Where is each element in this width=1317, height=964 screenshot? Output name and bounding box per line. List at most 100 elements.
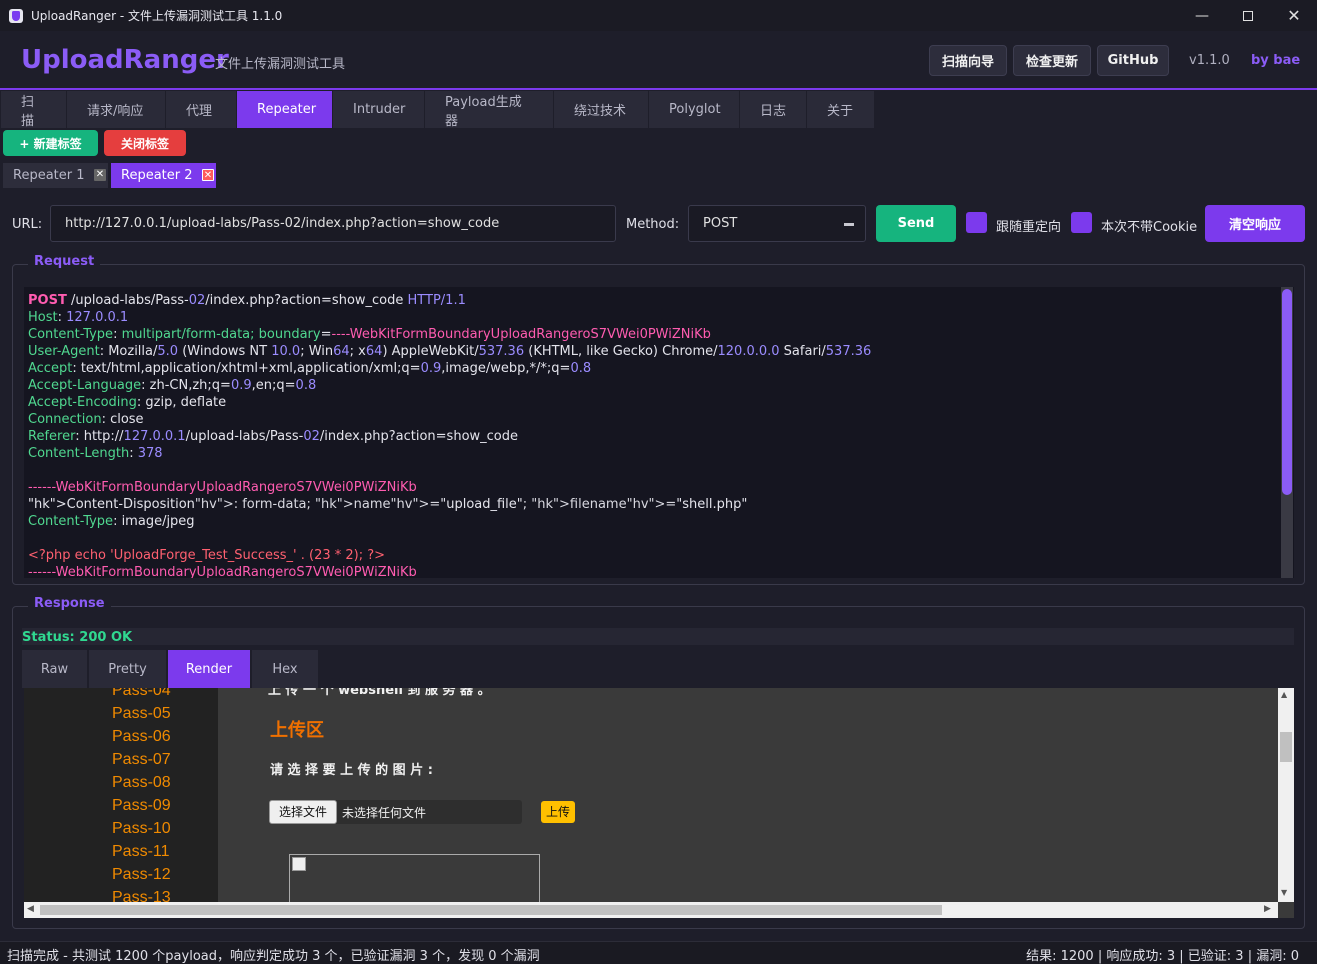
repeater-tab-label: Repeater 1: [13, 168, 85, 183]
broken-image-icon: [292, 857, 306, 871]
request-line: Accept-Language: zh-CN,zh;q=0.9,en;q=0.8: [28, 378, 317, 393]
status-bar: 扫描完成 - 共测试 1200 个payload，响应判定成功 3 个，已验证漏…: [0, 941, 1317, 964]
tab-about[interactable]: 关于: [807, 91, 875, 128]
pass-link[interactable]: Pass-05: [112, 705, 171, 723]
minimize-icon[interactable]: —: [1179, 0, 1225, 31]
pass-link[interactable]: Pass-09: [112, 797, 171, 815]
no-cookie-checkbox[interactable]: [1071, 212, 1092, 233]
pass-link[interactable]: Pass-07: [112, 751, 171, 769]
close-icon[interactable]: ✕: [1271, 0, 1317, 31]
tab-repeater[interactable]: Repeater: [237, 91, 333, 128]
tab-polyglot[interactable]: Polyglot: [649, 91, 740, 128]
pass-link[interactable]: Pass-08: [112, 774, 171, 792]
tab-intruder[interactable]: Intruder: [333, 91, 425, 128]
title-bar: UploadRanger - 文件上传漏洞测试工具 1.1.0 — ✕: [0, 0, 1317, 31]
render-hscrollbar[interactable]: ◀ ▶: [24, 902, 1278, 918]
tab-request-response[interactable]: 请求/响应: [67, 91, 166, 128]
tab-proxy[interactable]: 代理: [166, 91, 237, 128]
repeater-tab-label: Repeater 2: [121, 168, 193, 183]
close-tab-icon[interactable]: ✕: [202, 169, 214, 181]
request-line: Referer: http://127.0.0.1/upload-labs/Pa…: [28, 429, 519, 444]
method-value: POST: [703, 216, 738, 231]
version-label: v1.1.0: [1189, 53, 1230, 68]
status-strip: [22, 628, 1294, 645]
request-line: User-Agent: Mozilla/5.0 (Windows NT 10.0…: [28, 344, 872, 359]
choose-file-button[interactable]: 选择文件: [269, 800, 337, 824]
scroll-right-icon[interactable]: ▶: [1264, 904, 1271, 914]
method-select[interactable]: POST: [688, 205, 866, 242]
pass-link[interactable]: Pass-11: [112, 843, 170, 861]
new-tab-button[interactable]: + 新建标签: [3, 130, 98, 156]
response-label: Response: [28, 596, 111, 611]
render-top-text: 上 传 一 个 webshell 到 服 务 器 。: [268, 688, 491, 698]
request-line: ------WebKitFormBoundaryUploadRangeroS7V…: [28, 480, 417, 495]
url-label: URL:: [12, 217, 43, 232]
check-update-button[interactable]: 检查更新: [1013, 45, 1091, 76]
tab-hex[interactable]: Hex: [252, 650, 318, 688]
window-title: UploadRanger - 文件上传漏洞测试工具 1.1.0: [31, 9, 283, 23]
upload-heading: 上传区: [270, 720, 324, 741]
request-line: "hk">Content-Disposition"hv">: form-data…: [28, 497, 748, 512]
no-file-text: 未选择任何文件: [342, 806, 427, 820]
maximize-icon[interactable]: [1225, 0, 1271, 31]
send-button[interactable]: Send: [876, 205, 956, 242]
url-input[interactable]: http://127.0.0.1/upload-labs/Pass-02/ind…: [50, 205, 616, 242]
request-line: ------WebKitFormBoundaryUploadRangeroS7V…: [28, 565, 417, 578]
pass-link[interactable]: Pass-06: [112, 728, 171, 746]
url-value: http://127.0.0.1/upload-labs/Pass-02/ind…: [65, 216, 500, 231]
request-editor[interactable]: POST /upload-labs/Pass-02/index.php?acti…: [24, 287, 1294, 578]
brand-title: UploadRanger: [21, 45, 229, 75]
scrollbar-thumb[interactable]: [40, 905, 942, 915]
no-cookie-label: 本次不带Cookie: [1101, 220, 1198, 235]
upload-prompt: 请 选 择 要 上 传 的 图 片 :: [270, 763, 433, 778]
pass-link[interactable]: Pass-12: [112, 866, 171, 884]
scan-wizard-button[interactable]: 扫描向导: [929, 45, 1007, 76]
scroll-down-icon[interactable]: ▼: [1281, 888, 1287, 897]
request-line: Accept-Encoding: gzip, deflate: [28, 395, 227, 410]
scroll-left-icon[interactable]: ◀: [27, 904, 34, 914]
request-line: Accept: text/html,application/xhtml+xml,…: [28, 361, 592, 376]
status-message: 扫描完成 - 共测试 1200 个payload，响应判定成功 3 个，已验证漏…: [7, 949, 540, 964]
app-shield-icon: [9, 8, 23, 23]
render-view: Pass-04 Pass-05 Pass-06 Pass-07 Pass-08 …: [24, 688, 1294, 918]
close-tab-button[interactable]: 关闭标签: [104, 130, 186, 156]
request-label: Request: [28, 254, 101, 269]
scroll-up-icon[interactable]: ▲: [1281, 690, 1287, 699]
tab-bypass[interactable]: 绕过技术: [554, 91, 649, 128]
pass-link[interactable]: Pass-10: [112, 820, 171, 838]
pass-link[interactable]: Pass-04: [112, 688, 171, 700]
follow-redirect-checkbox[interactable]: [966, 212, 987, 233]
request-line: Connection: close: [28, 412, 144, 427]
scrollbar-thumb[interactable]: [1282, 289, 1292, 495]
repeater-tab-1[interactable]: Repeater 1 ✕: [3, 163, 108, 188]
upload-button[interactable]: 上传: [541, 801, 575, 823]
status-summary: 结果: 1200 | 响应成功: 3 | 已验证: 3 | 漏洞: 0: [1026, 949, 1299, 964]
tab-render[interactable]: Render: [168, 650, 250, 688]
app-header: UploadRanger 文件上传漏洞测试工具 扫描向导 检查更新 GitHub…: [0, 31, 1317, 90]
main-tab-bar: 扫描 请求/响应 代理 Repeater Intruder Payload生成器…: [0, 91, 1317, 129]
repeater-tab-2[interactable]: Repeater 2 ✕: [111, 163, 216, 188]
tab-pretty[interactable]: Pretty: [89, 650, 166, 688]
response-status: Status: 200 OK: [22, 630, 133, 645]
github-button[interactable]: GitHub: [1097, 45, 1169, 76]
author-byline: by bae: [1251, 53, 1301, 68]
request-line: Content-Type: image/jpeg: [28, 514, 195, 529]
brand-subtitle: 文件上传漏洞测试工具: [215, 57, 346, 72]
request-line: <?php echo 'UploadForge_Test_Success_' .…: [28, 548, 386, 563]
request-line: Content-Length: 378: [28, 446, 163, 461]
dropdown-icon: [844, 223, 854, 226]
request-scrollbar[interactable]: [1281, 287, 1293, 578]
tab-log[interactable]: 日志: [740, 91, 807, 128]
close-tab-icon[interactable]: ✕: [94, 169, 106, 181]
method-label: Method:: [626, 217, 680, 232]
clear-response-button[interactable]: 清空响应: [1205, 205, 1305, 242]
file-input[interactable]: 选择文件 未选择任何文件: [269, 800, 522, 824]
tab-scan[interactable]: 扫描: [1, 91, 67, 129]
request-line: Host: 127.0.0.1: [28, 310, 129, 325]
tab-raw[interactable]: Raw: [22, 650, 87, 688]
tab-payload-generator[interactable]: Payload生成器: [425, 91, 554, 129]
render-vscrollbar[interactable]: ▲ ▼: [1278, 688, 1294, 902]
request-line: Content-Type: multipart/form-data; bound…: [28, 327, 711, 342]
scrollbar-thumb[interactable]: [1280, 732, 1292, 762]
follow-redirect-label: 跟随重定向: [996, 220, 1062, 235]
